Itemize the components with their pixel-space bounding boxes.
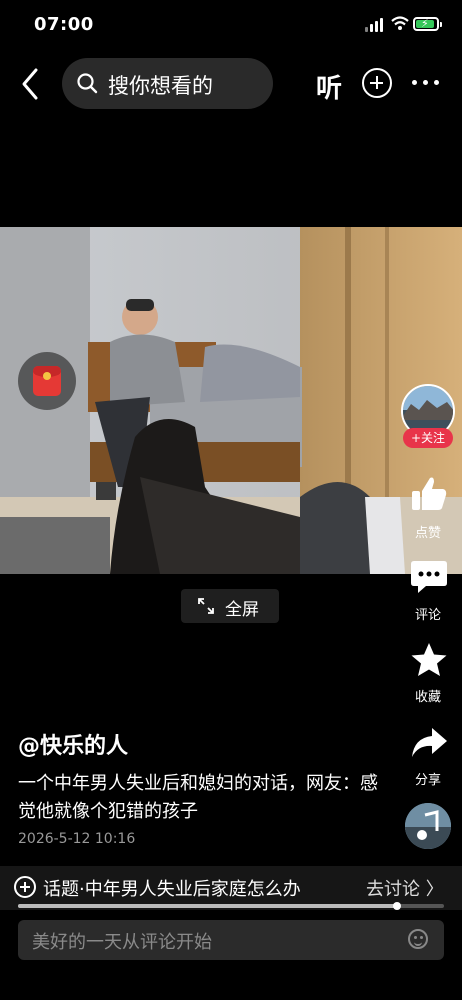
like-label: 点赞 xyxy=(414,526,441,541)
wifi-icon xyxy=(391,16,409,30)
author-name[interactable]: @快乐的人 xyxy=(18,728,128,760)
comment-input[interactable]: 美好的一天从评论开始 xyxy=(18,920,444,960)
favorite-label: 收藏 xyxy=(414,690,441,705)
fullscreen-label: 全屏 xyxy=(225,600,259,620)
plus-circle-small-icon xyxy=(14,876,36,898)
follow-button[interactable]: +关注 xyxy=(403,428,453,448)
search-bar[interactable]: 搜你想看的 xyxy=(62,58,273,109)
search-icon xyxy=(77,73,98,94)
music-disc[interactable] xyxy=(405,803,451,849)
chevron-left-icon xyxy=(22,68,38,100)
comment-icon[interactable] xyxy=(410,559,448,595)
video-frame xyxy=(0,227,462,574)
listen-button[interactable]: 听 xyxy=(316,68,342,105)
post-date: 2026-5-12 10:16 xyxy=(18,831,136,847)
back-button[interactable] xyxy=(16,64,48,104)
search-placeholder: 搜你想看的 xyxy=(108,74,213,98)
comment-label: 评论 xyxy=(414,608,441,623)
fullscreen-button[interactable]: 全屏 xyxy=(181,589,279,623)
signal-icon xyxy=(365,18,387,32)
share-label: 分享 xyxy=(414,773,441,788)
more-dots-icon[interactable] xyxy=(410,80,442,86)
comment-placeholder: 美好的一天从评论开始 xyxy=(32,932,212,953)
progress-fill xyxy=(18,904,398,908)
star-icon[interactable] xyxy=(410,642,448,678)
status-time: 07:00 xyxy=(34,14,94,35)
video-player[interactable] xyxy=(0,227,462,574)
thumbs-up-icon[interactable] xyxy=(409,474,449,514)
emoji-icon[interactable] xyxy=(408,929,428,949)
battery-icon: ⚡ xyxy=(413,17,442,31)
expand-icon xyxy=(198,598,214,614)
plus-circle-icon[interactable] xyxy=(362,68,392,98)
music-note-icon xyxy=(405,803,451,849)
discuss-link[interactable]: 去讨论 〉 xyxy=(366,875,444,901)
video-progress-bar[interactable] xyxy=(18,902,444,910)
red-envelope-icon[interactable] xyxy=(18,352,76,410)
share-icon[interactable] xyxy=(410,726,448,760)
video-description: 一个中年男人失业后和媳妇的对话，网友：感觉他就像个犯错的孩子 xyxy=(18,773,378,822)
topic-text: 话题·中年男人失业后家庭怎么办 xyxy=(43,879,301,900)
